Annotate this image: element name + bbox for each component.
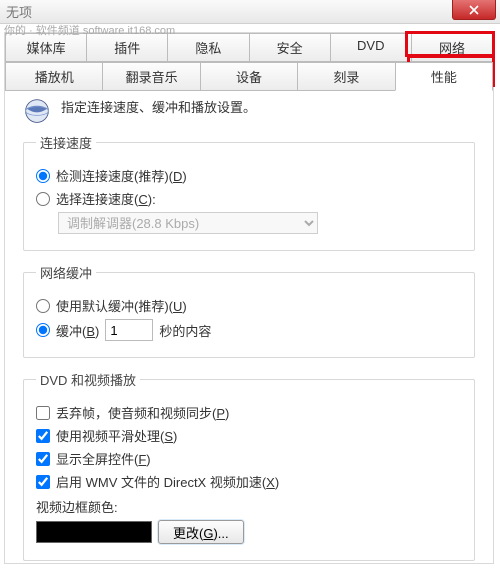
label-default-buffer: 使用默认缓冲(推荐)(U)	[56, 296, 187, 315]
radio-default-buffer[interactable]	[36, 299, 50, 313]
label-drop-frames: 丢弃帧，使音频和视频同步(P)	[56, 403, 229, 422]
tab-rip-music[interactable]: 翻录音乐	[102, 62, 200, 91]
label-detect-speed: 检测连接速度(推荐)(D)	[56, 166, 187, 185]
group-connection-speed: 连接速度 检测连接速度(推荐)(D) 选择连接速度(C): 调制解调器(28.8…	[23, 133, 475, 251]
tab-burn[interactable]: 刻录	[297, 62, 395, 91]
options-panel: 媒体库 插件 隐私 安全 DVD 网络 播放机 翻录音乐 设备 刻录 性能 指定…	[4, 32, 494, 564]
check-fullscreen-controls[interactable]	[36, 452, 50, 466]
check-directx-accel[interactable]	[36, 475, 50, 489]
group-dvd-video: DVD 和视频播放 丢弃帧，使音频和视频同步(P) 使用视频平滑处理(S) 显示…	[23, 370, 475, 561]
tab-performance[interactable]: 性能	[395, 62, 493, 91]
legend-dvd: DVD 和视频播放	[36, 370, 140, 389]
legend-connection: 连接速度	[36, 133, 96, 152]
intro-row: 指定连接速度、缓冲和播放设置。	[23, 97, 475, 125]
close-icon	[469, 5, 479, 15]
label-video-smoothing: 使用视频平滑处理(S)	[56, 426, 177, 445]
check-video-smoothing[interactable]	[36, 429, 50, 443]
radio-select-speed[interactable]	[36, 192, 50, 206]
watermark-text: 你的 · 软件频道 software.it168.com	[4, 22, 175, 38]
window-title: 无项	[6, 2, 32, 21]
radio-detect-speed[interactable]	[36, 169, 50, 183]
label-border-color: 视频边框颜色:	[36, 497, 118, 516]
tab-network[interactable]: 网络	[411, 33, 493, 62]
tab-security[interactable]: 安全	[249, 33, 331, 62]
label-fullscreen-controls: 显示全屏控件(F)	[56, 449, 151, 468]
label-buffer-unit: 秒的内容	[159, 321, 211, 340]
button-change-color[interactable]: 更改(G)...	[158, 520, 244, 544]
tab-dvd[interactable]: DVD	[330, 33, 412, 62]
input-buffer-seconds[interactable]	[105, 319, 153, 341]
titlebar: 无项	[0, 0, 500, 24]
label-directx-accel: 启用 WMV 文件的 DirectX 视频加速(X)	[56, 472, 279, 491]
tab-player[interactable]: 播放机	[5, 62, 103, 91]
label-select-speed: 选择连接速度(C):	[56, 189, 156, 208]
legend-buffering: 网络缓冲	[36, 263, 96, 282]
tab-devices[interactable]: 设备	[200, 62, 298, 91]
tab-privacy[interactable]: 隐私	[167, 33, 249, 62]
label-custom-buffer: 缓冲(B)	[56, 321, 99, 340]
tab-strip: 媒体库 插件 隐私 安全 DVD 网络 播放机 翻录音乐 设备 刻录 性能	[5, 33, 493, 85]
combo-connection-speed[interactable]: 调制解调器(28.8 Kbps)	[58, 212, 318, 234]
swatch-border-color	[36, 521, 152, 543]
globe-icon	[23, 97, 51, 125]
check-drop-frames[interactable]	[36, 406, 50, 420]
radio-custom-buffer[interactable]	[36, 323, 50, 337]
group-network-buffering: 网络缓冲 使用默认缓冲(推荐)(U) 缓冲(B) 秒的内容	[23, 263, 475, 358]
intro-text: 指定连接速度、缓冲和播放设置。	[61, 97, 256, 116]
close-button[interactable]	[452, 0, 496, 20]
tab-content: 指定连接速度、缓冲和播放设置。 连接速度 检测连接速度(推荐)(D) 选择连接速…	[5, 85, 493, 583]
